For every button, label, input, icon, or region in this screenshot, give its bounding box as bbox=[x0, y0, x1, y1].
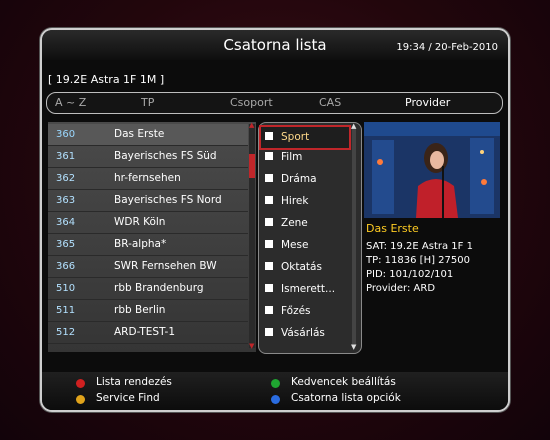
channel-name: rbb Brandenburg bbox=[114, 282, 204, 294]
checkbox[interactable] bbox=[265, 240, 273, 248]
scroll-down-icon: ▼ bbox=[249, 342, 255, 350]
video-preview bbox=[364, 122, 500, 218]
genre-label: Dráma bbox=[281, 173, 317, 185]
channel-row[interactable]: 364 WDR Köln bbox=[48, 212, 248, 234]
footer-favorites-settings[interactable]: Kedvencek beállítás bbox=[291, 376, 396, 388]
genre-item[interactable]: Hirek bbox=[261, 191, 349, 212]
checkbox[interactable] bbox=[265, 132, 273, 140]
channel-row[interactable]: 510 rbb Brandenburg bbox=[48, 278, 248, 300]
channel-number: 511 bbox=[56, 305, 76, 316]
channel-list-window: Csatorna lista 19:34 / 20-Feb-2010 [ 19.… bbox=[42, 30, 508, 410]
channel-row[interactable]: 360 Das Erste bbox=[48, 124, 248, 146]
checkbox[interactable] bbox=[265, 218, 273, 226]
channel-name: Bayerisches FS Süd bbox=[114, 150, 217, 162]
genre-item[interactable]: Dráma bbox=[261, 169, 349, 190]
channel-number: 360 bbox=[56, 129, 76, 140]
genre-filter-list: Sport Film Dráma Hirek Zene Mese Oktatás… bbox=[258, 122, 362, 354]
channel-number: 361 bbox=[56, 151, 76, 162]
genre-item[interactable]: Főzés bbox=[261, 301, 349, 322]
channel-number: 512 bbox=[56, 327, 76, 338]
genre-label: Hirek bbox=[281, 195, 309, 207]
scroll-up-icon: ▲ bbox=[351, 122, 357, 130]
clock-display: 19:34 / 20-Feb-2010 bbox=[396, 42, 498, 53]
genre-label: Ismerett... bbox=[281, 283, 336, 295]
checkbox[interactable] bbox=[265, 284, 273, 292]
checkbox[interactable] bbox=[265, 306, 273, 314]
channel-list: 360 Das Erste 361 Bayerisches FS Süd 362 hr… bbox=[48, 122, 256, 352]
channel-row[interactable]: 366 SWR Fernsehen BW bbox=[48, 256, 248, 278]
scroll-down-icon: ▼ bbox=[351, 343, 357, 351]
channel-row[interactable]: 363 Bayerisches FS Nord bbox=[48, 190, 248, 212]
genre-list-scrollbar[interactable]: ▲ ▼ bbox=[351, 123, 356, 351]
channel-name: WDR Köln bbox=[114, 216, 166, 228]
checkbox[interactable] bbox=[265, 152, 273, 160]
info-tp: TP: 11836 [H] 27500 bbox=[366, 255, 470, 266]
channel-row[interactable]: 362 hr-fernsehen bbox=[48, 168, 248, 190]
checkbox[interactable] bbox=[265, 196, 273, 204]
genre-item[interactable]: Film bbox=[261, 147, 349, 168]
genre-label: Főzés bbox=[281, 305, 311, 317]
checkbox[interactable] bbox=[265, 262, 273, 270]
genre-label: Mese bbox=[281, 239, 309, 251]
channel-number: 365 bbox=[56, 239, 76, 250]
genre-label: Sport bbox=[281, 131, 310, 143]
info-channel-name: Das Erste bbox=[366, 222, 419, 235]
tab-csoport[interactable]: Csoport bbox=[230, 96, 273, 109]
genre-item[interactable]: Ismerett... bbox=[261, 279, 349, 300]
channel-number: 364 bbox=[56, 217, 76, 228]
scrollbar-thumb[interactable] bbox=[249, 154, 255, 178]
channel-name: SWR Fernsehen BW bbox=[114, 260, 217, 272]
channel-row[interactable]: 361 Bayerisches FS Süd bbox=[48, 146, 248, 168]
channel-name: Das Erste bbox=[114, 128, 165, 140]
genre-item[interactable]: Oktatás bbox=[261, 257, 349, 278]
channel-name: hr-fernsehen bbox=[114, 172, 181, 184]
green-key-icon bbox=[271, 379, 280, 388]
channel-list-scrollbar[interactable]: ▲ ▼ bbox=[249, 121, 255, 350]
channel-row[interactable]: 512 ARD-TEST-1 bbox=[48, 322, 248, 344]
checkbox[interactable] bbox=[265, 328, 273, 336]
satellite-name: [ 19.2E Astra 1F 1M ] bbox=[48, 73, 165, 86]
genre-label: Zene bbox=[281, 217, 308, 229]
channel-info-panel: Das Erste SAT: 19.2E Astra 1F 1 TP: 1183… bbox=[366, 222, 473, 297]
sort-tab-bar: A ~ Z TP Csoport CAS Provider bbox=[46, 92, 503, 114]
genre-label: Oktatás bbox=[281, 261, 322, 273]
info-provider: Provider: ARD bbox=[366, 283, 436, 294]
color-key-legend: Lista rendezés Kedvencek beállítás Servi… bbox=[42, 372, 508, 410]
channel-number: 510 bbox=[56, 283, 76, 294]
tab-tp[interactable]: TP bbox=[141, 96, 154, 109]
footer-sort-list[interactable]: Lista rendezés bbox=[96, 376, 172, 388]
genre-item[interactable]: Vásárlás bbox=[261, 323, 349, 344]
channel-name: ARD-TEST-1 bbox=[114, 326, 176, 338]
genre-label: Film bbox=[281, 151, 303, 163]
channel-name: BR-alpha* bbox=[114, 238, 167, 250]
yellow-key-icon bbox=[76, 395, 85, 404]
channel-name: rbb Berlin bbox=[114, 304, 166, 316]
preview-image bbox=[364, 122, 500, 218]
channel-number: 366 bbox=[56, 261, 76, 272]
tab-provider[interactable]: Provider bbox=[405, 96, 450, 109]
info-pid: PID: 101/102/101 bbox=[366, 269, 454, 280]
footer-channel-list-options[interactable]: Csatorna lista opciók bbox=[291, 392, 401, 404]
blue-key-icon bbox=[271, 395, 280, 404]
genre-item[interactable]: Mese bbox=[261, 235, 349, 256]
genre-label: Vásárlás bbox=[281, 327, 325, 339]
tab-a-z[interactable]: A ~ Z bbox=[55, 96, 86, 109]
genre-item[interactable]: Zene bbox=[261, 213, 349, 234]
channel-row[interactable]: 365 BR-alpha* bbox=[48, 234, 248, 256]
channel-number: 362 bbox=[56, 173, 76, 184]
title-bar: Csatorna lista 19:34 / 20-Feb-2010 bbox=[42, 30, 508, 60]
footer-service-find[interactable]: Service Find bbox=[96, 392, 160, 404]
channel-number: 363 bbox=[56, 195, 76, 206]
info-sat: SAT: 19.2E Astra 1F 1 bbox=[366, 241, 473, 252]
tab-cas[interactable]: CAS bbox=[319, 96, 341, 109]
scroll-up-icon: ▲ bbox=[249, 121, 255, 129]
channel-row[interactable]: 511 rbb Berlin bbox=[48, 300, 248, 322]
channel-name: Bayerisches FS Nord bbox=[114, 194, 222, 206]
red-key-icon bbox=[76, 379, 85, 388]
checkbox[interactable] bbox=[265, 174, 273, 182]
